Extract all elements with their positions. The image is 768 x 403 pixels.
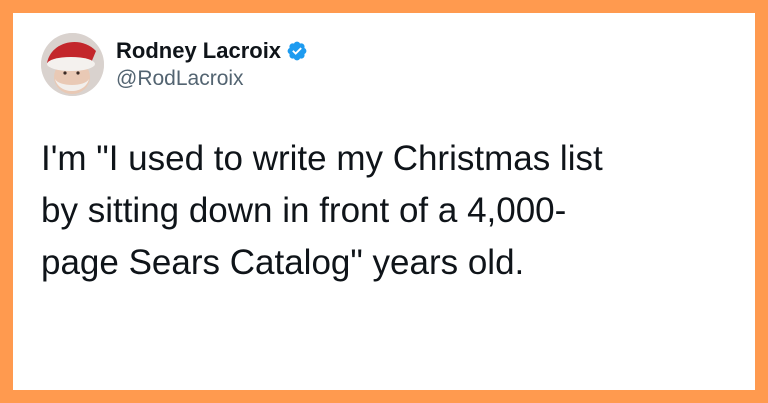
avatar-image — [41, 33, 104, 96]
tweet-text: I'm "I used to write my Christmas list b… — [41, 139, 603, 282]
tweet-header: Rodney Lacroix @RodLacroix — [41, 33, 308, 96]
author-handle[interactable]: @RodLacroix — [116, 66, 308, 92]
name-row: Rodney Lacroix — [116, 38, 308, 64]
author-names: Rodney Lacroix @RodLacroix — [116, 38, 308, 92]
avatar[interactable] — [41, 33, 104, 96]
verified-badge-icon — [286, 40, 308, 62]
author-display-name[interactable]: Rodney Lacroix — [116, 38, 281, 64]
tweet-card: Rodney Lacroix @RodLacroix I'm "I used t… — [13, 13, 755, 390]
